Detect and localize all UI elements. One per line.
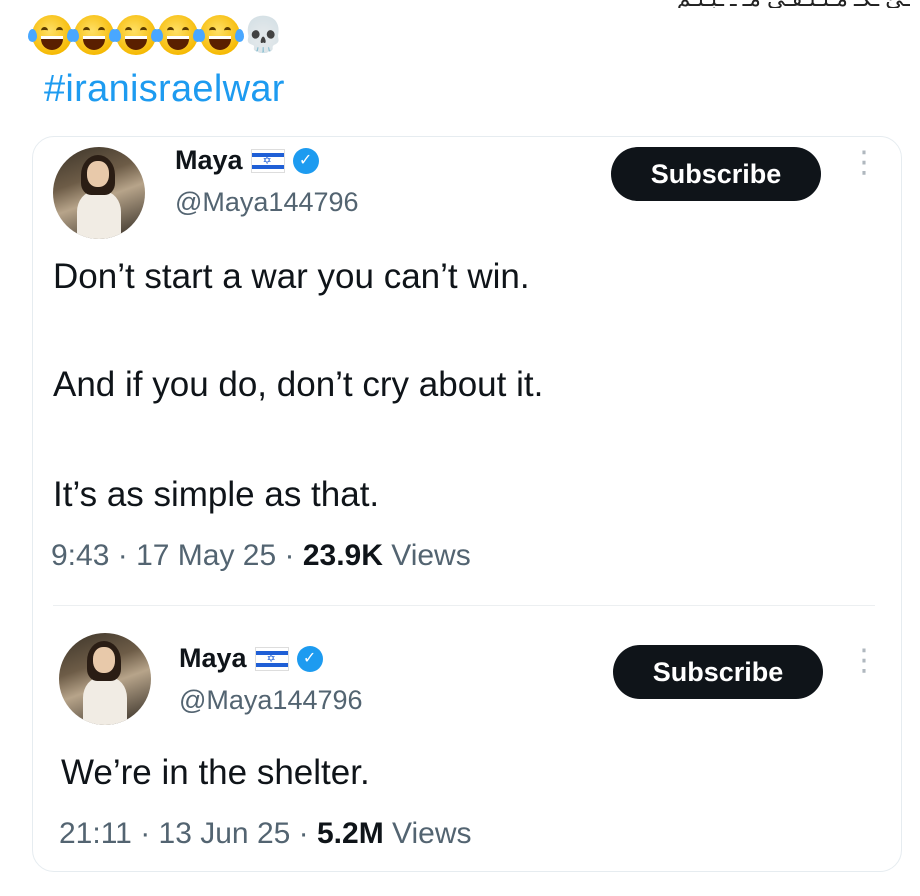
more-options-icon[interactable]: ⋮ [849, 148, 879, 193]
quoted-tweets-card: Maya ✡ ✓ @Maya144796 Subscribe ⋮ Don’t s… [32, 136, 902, 872]
avatar[interactable] [53, 147, 145, 239]
tweet-2[interactable]: Maya ✡ ✓ @Maya144796 Subscribe ⋮ We’re i… [33, 607, 901, 871]
tweet-1[interactable]: Maya ✡ ✓ @Maya144796 Subscribe ⋮ Don’t s… [33, 137, 901, 607]
verified-badge-icon: ✓ [292, 147, 319, 174]
author-row: Maya ✡ ✓ [175, 145, 319, 176]
tweet-meta: 21:11 · 13 Jun 25 · 5.2M Views [59, 817, 472, 850]
tweet-date[interactable]: 13 Jun 25 [159, 817, 291, 850]
tweet-text-line: We’re in the shelter. [61, 753, 370, 792]
divider [53, 605, 875, 606]
emoji-row: 💀 [28, 14, 285, 56]
subscribe-button[interactable]: Subscribe [611, 147, 821, 201]
laughing-crying-emoji-icon [70, 15, 118, 55]
author-row: Maya ✡ ✓ [179, 643, 323, 674]
tweet-meta: 9:43 · 17 May 25 · 23.9K Views [51, 539, 471, 572]
israel-flag-icon: ✡ [254, 646, 289, 671]
skull-emoji-icon: 💀 [242, 15, 285, 55]
tweet-text-line: Don’t start a war you can’t win. [53, 257, 530, 296]
author-handle[interactable]: @Maya144796 [175, 187, 359, 218]
tweet-text-line: It’s as simple as that. [53, 475, 380, 514]
hashtag-link[interactable]: #iranisraelwar [44, 68, 285, 111]
tweet-text-line: And if you do, don’t cry about it. [53, 365, 544, 404]
avatar[interactable] [59, 633, 151, 725]
author-name[interactable]: Maya [179, 643, 247, 674]
views-count: 23.9K [302, 539, 383, 572]
views-label: Views [391, 539, 471, 572]
laughing-crying-emoji-icon [154, 15, 202, 55]
tweet-time[interactable]: 21:11 [59, 817, 132, 850]
israel-flag-icon: ✡ [250, 148, 285, 173]
laughing-crying-emoji-icon [112, 15, 160, 55]
cutoff-caption-text: ـئ ـكـ مـلـتـقـى مـ ـ ـبـئـم [430, 0, 910, 8]
laughing-crying-emoji-icon [28, 15, 76, 55]
views-count: 5.2M [316, 817, 384, 850]
subscribe-button[interactable]: Subscribe [613, 645, 823, 699]
laughing-crying-emoji-icon [196, 15, 244, 55]
tweet-time[interactable]: 9:43 [51, 539, 109, 572]
more-options-icon[interactable]: ⋮ [849, 646, 879, 691]
tweet-date[interactable]: 17 May 25 [136, 539, 276, 572]
views-label: Views [392, 817, 472, 850]
author-handle[interactable]: @Maya144796 [179, 685, 363, 716]
verified-badge-icon: ✓ [296, 645, 323, 672]
author-name[interactable]: Maya [175, 145, 243, 176]
